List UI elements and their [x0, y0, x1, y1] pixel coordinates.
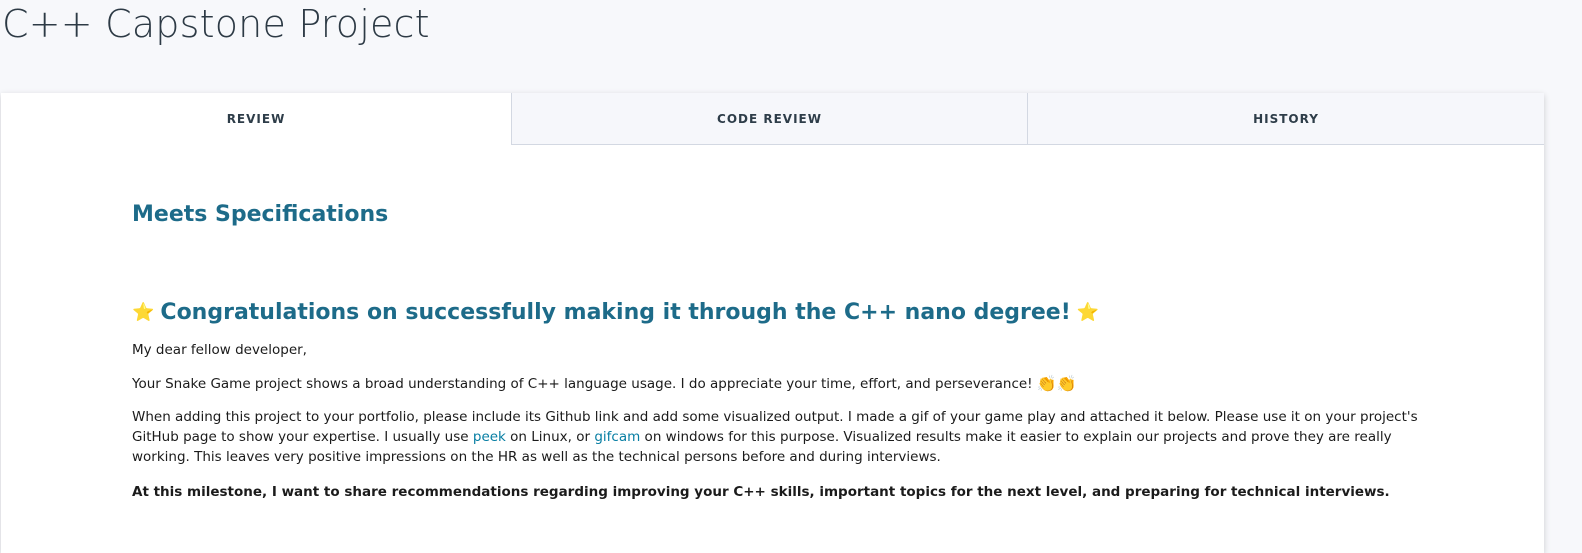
- portfolio-paragraph: When adding this project to your portfol…: [132, 407, 1422, 467]
- review-card: REVIEW CODE REVIEW HISTORY Meets Specifi…: [1, 93, 1544, 553]
- gifcam-link[interactable]: gifcam: [594, 429, 640, 445]
- star-icon: ⭐: [1076, 302, 1100, 323]
- clapping-hands-icon: 👏👏: [1036, 374, 1077, 393]
- review-content: Meets Specifications ⭐ Congratulations o…: [132, 145, 1422, 502]
- greeting-text: My dear fellow developer,: [132, 342, 307, 358]
- star-icon: ⭐: [132, 302, 155, 323]
- tab-review[interactable]: REVIEW: [1, 93, 511, 145]
- tab-code-review[interactable]: CODE REVIEW: [511, 93, 1027, 145]
- tab-history[interactable]: HISTORY: [1027, 93, 1544, 145]
- verdict-heading: Meets Specifications: [132, 202, 389, 227]
- page-title: C++ Capstone Project: [2, 2, 430, 46]
- tab-bar: REVIEW CODE REVIEW HISTORY: [1, 93, 1544, 145]
- congrats-text: Congratulations on successfully making i…: [160, 300, 1071, 325]
- milestone-text: At this milestone, I want to share recom…: [132, 484, 1390, 500]
- portfolio-text-2: on Linux, or: [505, 429, 595, 445]
- peek-link[interactable]: peek: [473, 429, 506, 445]
- praise-paragraph: Your Snake Game project shows a broad un…: [132, 374, 1422, 394]
- praise-text: Your Snake Game project shows a broad un…: [132, 376, 1033, 392]
- congrats-heading: ⭐ Congratulations on successfully making…: [132, 296, 1422, 330]
